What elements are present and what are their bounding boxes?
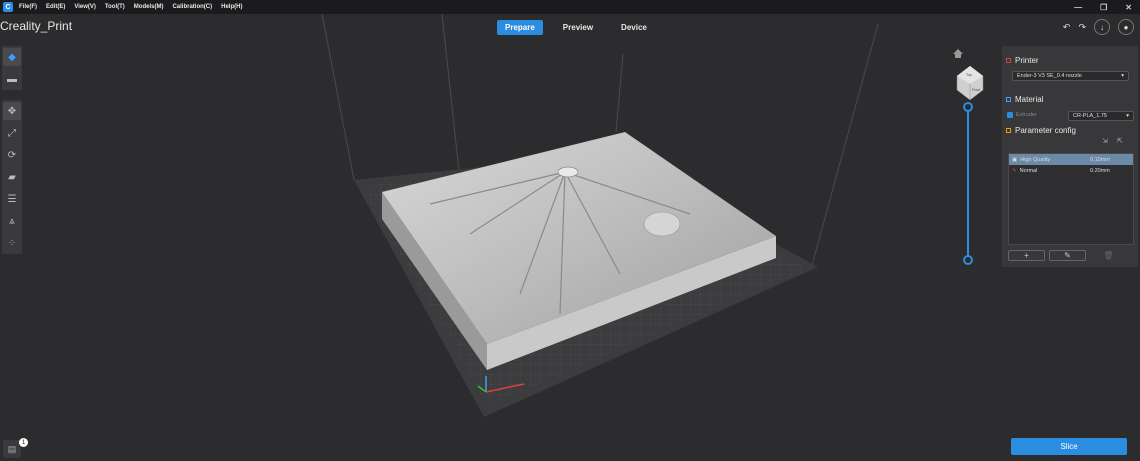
- close-button[interactable]: ✕: [1125, 3, 1132, 12]
- menu-bar: C File(F) Edit(E) View(V) Tool(T) Models…: [0, 0, 1140, 14]
- menu-help[interactable]: Help(H): [221, 4, 242, 10]
- top-right-actions: ↶ ↷ ↓ ●: [1063, 19, 1134, 35]
- chevron-down-icon: ▾: [1126, 113, 1129, 119]
- mode-tabs: Prepare Preview Device: [497, 20, 655, 35]
- svg-text:Front: Front: [972, 88, 980, 92]
- support-icon[interactable]: ⩓: [3, 212, 21, 230]
- checkbox-icon: [1007, 112, 1013, 118]
- redo-icon[interactable]: ↷: [1078, 22, 1086, 33]
- rotate-icon[interactable]: ⟳: [3, 146, 21, 164]
- undo-icon[interactable]: ↶: [1063, 22, 1071, 33]
- app-title: Creality_Print: [0, 19, 73, 33]
- import-icon[interactable]: ⇲: [1102, 137, 1108, 145]
- svg-text:Top: Top: [966, 73, 972, 77]
- arrange-icon[interactable]: ☰: [3, 190, 21, 208]
- tab-device[interactable]: Device: [613, 20, 655, 35]
- 3d-viewport[interactable]: Top Front: [0, 13, 1140, 461]
- export-icon[interactable]: ⇱: [1117, 137, 1123, 145]
- list-item[interactable]: ▣ High Quality 0.10mm: [1009, 154, 1133, 165]
- material-icon: [1006, 97, 1011, 102]
- home-icon: [953, 49, 963, 54]
- menu-tool[interactable]: Tool(T): [105, 4, 125, 10]
- printer-select[interactable]: Ender-3 V3 SE_0.4 nozzle ▾: [1012, 71, 1129, 81]
- lay-flat-icon[interactable]: ▰: [3, 168, 21, 186]
- menu-file[interactable]: File(F): [19, 4, 37, 10]
- material-section-title: Material: [1006, 95, 1138, 104]
- tab-preview[interactable]: Preview: [555, 20, 601, 35]
- tab-prepare[interactable]: Prepare: [497, 20, 543, 35]
- move-icon[interactable]: ✥: [3, 102, 21, 120]
- chevron-down-icon: ▾: [1121, 73, 1124, 79]
- delete-profile-button[interactable]: 🗑: [1090, 250, 1127, 261]
- quality-icon: ▣: [1012, 156, 1018, 163]
- material-select[interactable]: CR-PLA_1.75 ▾: [1068, 111, 1134, 121]
- menu-view[interactable]: View(V): [74, 4, 96, 10]
- param-section-title: Parameter config: [1006, 126, 1076, 135]
- menu-calibration[interactable]: Calibration(C): [172, 4, 212, 10]
- pin-icon: ✎: [1012, 167, 1017, 174]
- left-toolbar-top: ◆ ▬: [2, 46, 22, 90]
- minimize-button[interactable]: —: [1074, 3, 1082, 12]
- menu-models[interactable]: Models(M): [134, 4, 164, 10]
- add-profile-button[interactable]: +: [1008, 250, 1045, 261]
- printer-section-title: Printer: [1006, 56, 1138, 65]
- param-list: ▣ High Quality 0.10mm ✎ Normal 0.20mm: [1008, 153, 1134, 245]
- cube-icon[interactable]: ◆: [3, 48, 21, 66]
- extruder-checkbox[interactable]: Extruder: [1007, 112, 1037, 118]
- download-icon[interactable]: ↓: [1094, 19, 1110, 35]
- printer-icon: [1006, 58, 1011, 63]
- list-item[interactable]: ✎ Normal 0.20mm: [1009, 165, 1133, 176]
- left-toolbar-tools: ✥ ⤢ ⟳ ▰ ☰ ⩓ ⁘: [2, 100, 22, 254]
- folder-icon[interactable]: ▬: [3, 70, 21, 88]
- settings-panel: Printer Ender-3 V3 SE_0.4 nozzle ▾ Materi…: [1002, 46, 1138, 267]
- scale-icon[interactable]: ⤢: [3, 124, 21, 142]
- app-logo-icon: C: [3, 2, 13, 12]
- notification-badge: 1: [19, 438, 28, 447]
- maximize-button[interactable]: ❐: [1100, 3, 1107, 12]
- slice-button[interactable]: Slice: [1011, 438, 1127, 455]
- account-icon[interactable]: ●: [1118, 19, 1134, 35]
- param-buttons: + ✎ 🗑: [1008, 250, 1127, 261]
- param-icon: [1006, 128, 1011, 133]
- edit-profile-button[interactable]: ✎: [1049, 250, 1086, 261]
- menu-edit[interactable]: Edit(E): [46, 4, 65, 10]
- multi-icon[interactable]: ⁘: [3, 234, 21, 252]
